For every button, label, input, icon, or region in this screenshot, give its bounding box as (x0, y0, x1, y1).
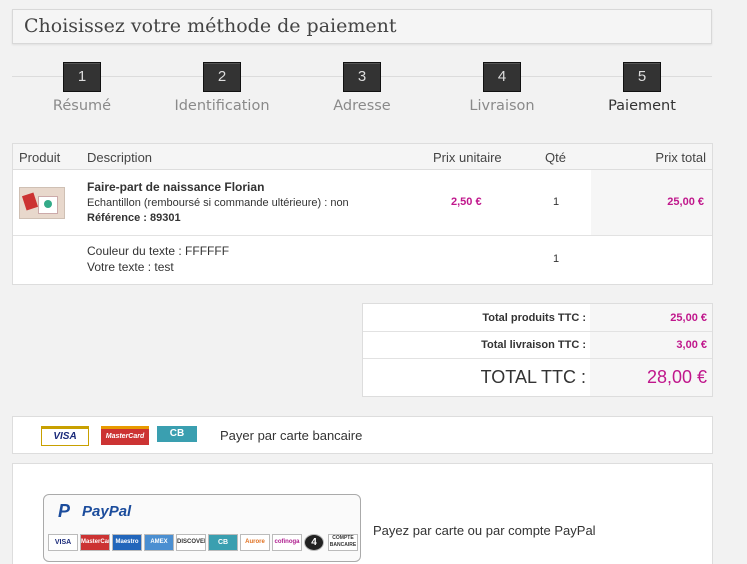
product-name[interactable]: Faire-part de naissance Florian (87, 180, 264, 194)
step-label: Livraison (469, 98, 535, 114)
step-address[interactable]: 3 Adresse (292, 62, 432, 114)
product-thumbnail[interactable] (19, 187, 65, 219)
cb-logo: CB (208, 534, 238, 551)
total-shipping-label: Total livraison TTC : (481, 339, 586, 351)
page-header: Choisissez votre méthode de paiement (12, 9, 712, 44)
page-title: Choisissez votre méthode de paiement (24, 15, 397, 37)
paypal-payment-label[interactable]: Payez par carte ou par compte PayPal (373, 523, 596, 538)
step-label: Résumé (52, 98, 112, 114)
paypal-logo-box: P PayPal VISA MasterCard Maestro AMEX DI… (43, 494, 361, 562)
step-number: 1 (63, 62, 101, 92)
cb-logo: CB (157, 426, 197, 442)
discover-logo: DISCOVER (176, 534, 206, 551)
step-label: Identification (174, 98, 270, 114)
step-identification[interactable]: 2 Identification (152, 62, 292, 114)
item-qty: 1 (553, 196, 560, 208)
custom-qty: 1 (553, 253, 560, 265)
4-etoiles-logo: 4 (304, 534, 324, 551)
step-label: Adresse (333, 98, 391, 114)
cart-table: Produit Description Prix unitaire Qté Pr… (12, 143, 713, 285)
total-products-value: 25,00 € (670, 312, 707, 324)
step-label: Paiement (608, 98, 676, 114)
step-shipping[interactable]: 4 Livraison (432, 62, 572, 114)
step-number: 4 (483, 62, 521, 92)
item-total: 25,00 € (667, 196, 704, 208)
aurore-logo: Aurore (240, 534, 270, 551)
step-number: 5 (623, 62, 661, 92)
bank-account-logo: COMPTE BANCAIRE (328, 534, 358, 551)
col-description: Description (87, 150, 153, 165)
cart-header: Produit Description Prix unitaire Qté Pr… (13, 144, 712, 170)
total-products-label: Total produits TTC : (482, 312, 586, 324)
mastercard-logo: MasterCard (80, 534, 110, 551)
amex-logo: AMEX (144, 534, 174, 551)
maestro-logo: Maestro (112, 534, 142, 551)
visa-logo: VISA (48, 534, 78, 551)
text-color: Couleur du texte : FFFFFF (87, 244, 230, 258)
col-qty: Qté (545, 150, 566, 165)
visa-logo: VISA (41, 426, 89, 446)
product-reference: Référence : 89301 (87, 212, 181, 224)
step-payment: 5 Paiement (572, 62, 712, 114)
unit-price: 2,50 € (451, 196, 482, 208)
col-unit-price: Prix unitaire (433, 150, 502, 165)
step-number: 3 (343, 62, 381, 92)
card-payment-label[interactable]: Payer par carte bancaire (220, 428, 362, 443)
paypal-card-logos: VISA MasterCard Maestro AMEX DISCOVER CB… (48, 529, 358, 555)
customization-row (13, 235, 712, 236)
custom-text: Votre texte : test (87, 260, 174, 274)
paypal-icon: P (58, 501, 71, 521)
col-total: Prix total (655, 150, 706, 165)
grand-total-value: 28,00 € (646, 367, 707, 387)
payment-option-paypal[interactable]: P PayPal VISA MasterCard Maestro AMEX DI… (12, 463, 713, 564)
mastercard-logo: MasterCard (101, 426, 149, 445)
product-detail: Echantillon (remboursé si commande ultér… (87, 197, 349, 209)
cofinoga-logo: cofinoga (272, 534, 302, 551)
col-product: Produit (19, 150, 61, 165)
grand-total-label: TOTAL TTC : (480, 367, 586, 387)
payment-option-card[interactable]: VISA MasterCard CB Payer par carte banca… (12, 416, 713, 454)
paypal-brand: PayPal (82, 503, 132, 520)
step-number: 2 (203, 62, 241, 92)
step-summary[interactable]: 1 Résumé (12, 62, 152, 114)
totals-table: Total produits TTC : 25,00 € Total livra… (362, 303, 713, 397)
total-shipping-value: 3,00 € (676, 339, 707, 351)
